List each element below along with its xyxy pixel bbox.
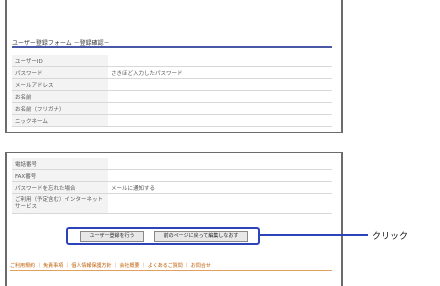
field-label: お名前（フリガナ）: [12, 102, 108, 115]
back-edit-button[interactable]: 前のページに戻って編集しなおす: [154, 231, 248, 242]
page-border-left-top: [5, 0, 7, 132]
field-value: [108, 169, 332, 182]
form-table-top: ユーザーID パスワード さきほど入力したパスワード メールアドレス お名前 お名…: [12, 55, 332, 127]
footer-links[interactable]: ご利用規約 ｜ 免責事項 ｜ 個人情報保護方針 ｜ 会社概要 ｜ よくあるご質問…: [10, 262, 211, 269]
field-value: [108, 193, 332, 214]
field-label: お名前: [12, 90, 108, 103]
field-value: [108, 55, 332, 67]
field-label: ユーザーID: [12, 55, 108, 67]
field-value: [108, 158, 332, 170]
field-label: パスワードを忘れた場合: [12, 181, 108, 194]
table-row: 電話番号: [12, 158, 332, 170]
table-row: ユーザーID: [12, 55, 332, 67]
page-border-left-bottom: [5, 152, 7, 286]
table-row: FAX番号: [12, 169, 332, 182]
table-row: お名前（フリガナ）: [12, 102, 332, 115]
form-table-bottom: 電話番号 FAX番号 パスワードを忘れた場合 メールに通知する ご利用（予定含む）…: [12, 158, 332, 214]
button-highlight-box: ユーザー登録を行う 前のページに戻って編集しなおす: [66, 227, 260, 245]
title-underline: [12, 46, 332, 48]
click-callout: クリック: [372, 232, 409, 242]
footer-divider: [10, 270, 332, 271]
callout-arrow: [258, 234, 368, 236]
field-value: [108, 114, 332, 127]
page-border-right-bottom: [341, 152, 343, 286]
field-value: [108, 90, 332, 103]
table-row: メールアドレス: [12, 78, 332, 91]
table-row: お名前: [12, 90, 332, 103]
field-label: ニックネーム: [12, 114, 108, 127]
field-label: メールアドレス: [12, 78, 108, 91]
field-value: [108, 78, 332, 91]
page-border-top-bottom: [5, 152, 343, 153]
page-border-right-top: [341, 0, 343, 132]
table-row: ご利用（予定含む）インターネットサービス: [12, 193, 332, 214]
table-row: パスワードを忘れた場合 メールに通知する: [12, 181, 332, 194]
page-border-bottom-top: [5, 132, 343, 133]
field-label: 電話番号: [12, 158, 108, 170]
table-row: パスワード さきほど入力したパスワード: [12, 66, 332, 79]
field-value: メールに通知する: [108, 181, 332, 194]
field-value: [108, 102, 332, 115]
field-label: パスワード: [12, 66, 108, 79]
register-button[interactable]: ユーザー登録を行う: [80, 231, 144, 242]
field-value: さきほど入力したパスワード: [108, 66, 332, 79]
field-label: FAX番号: [12, 169, 108, 182]
table-row: ニックネーム: [12, 114, 332, 127]
field-label: ご利用（予定含む）インターネットサービス: [12, 193, 108, 214]
